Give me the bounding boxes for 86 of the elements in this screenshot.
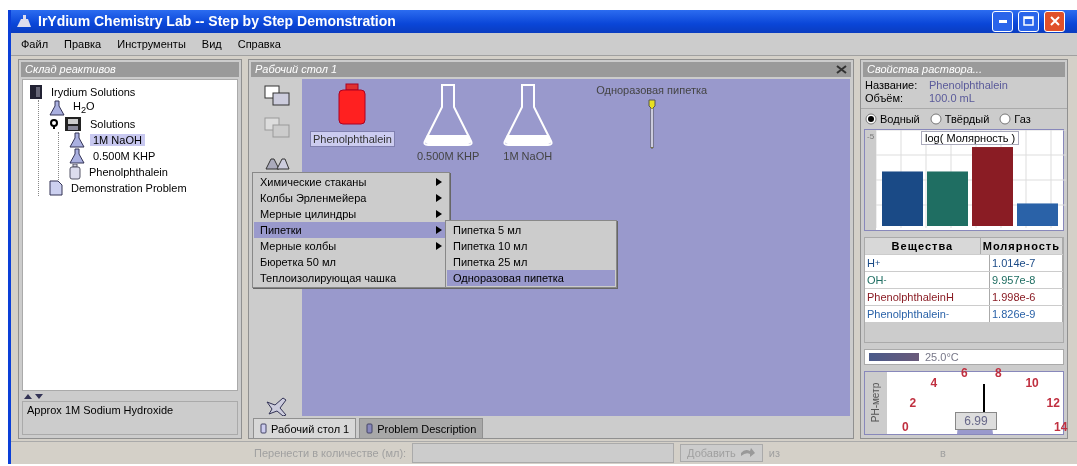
dial-tick-label: 0	[902, 420, 909, 435]
column-header[interactable]: Вещества	[865, 237, 981, 254]
minimize-icon	[998, 19, 1007, 23]
tree-item[interactable]: 0.500M KHP	[90, 149, 159, 162]
tab[interactable]: Рабочий стол 1	[253, 418, 357, 439]
menu-item[interactable]: Колбы Эрленмейера	[254, 189, 448, 206]
dial-tick-label: 10	[1025, 376, 1039, 391]
radio-icon[interactable]	[999, 112, 1012, 125]
menu-item[interactable]: Одноразовая пипетка	[447, 269, 615, 286]
panel-title: Свойства раствора...	[867, 63, 982, 75]
item-label[interactable]: Phenolphthalein	[310, 130, 395, 147]
menu-item[interactable]: Пипетка 10 мл	[447, 237, 615, 254]
menu-item[interactable]: Пипетки	[254, 221, 448, 238]
radio-button[interactable]: Газ	[999, 112, 1031, 125]
app-icon	[15, 14, 33, 29]
radio-button[interactable]: Твёрдый	[929, 112, 990, 125]
bottle-drawing[interactable]	[337, 82, 368, 125]
arrow-icon	[739, 448, 756, 459]
temperature-reading: 25.0°C	[925, 350, 959, 363]
column-header[interactable]: Молярность	[980, 237, 1063, 254]
field-value: 100.0 mL	[929, 92, 975, 104]
item-label[interactable]: Одноразовая пипетка	[594, 82, 710, 97]
menu-item[interactable]: Вид	[201, 37, 222, 50]
panel-title: Склад реактивов	[25, 63, 116, 75]
flask-icon	[49, 99, 65, 116]
flask-icon	[69, 131, 85, 148]
tab[interactable]: Problem Description	[359, 418, 484, 439]
menu-item[interactable]: Мерные цилиндры	[254, 205, 448, 222]
menu-item[interactable]: Пипетка 5 мл	[447, 221, 615, 238]
flask-drawing[interactable]	[502, 82, 553, 147]
menu-item[interactable]: Инструменты	[117, 37, 186, 50]
bottle-icon	[69, 163, 81, 180]
menu-item[interactable]: Химические стаканы	[254, 173, 448, 190]
window-title: IrYdium Chemistry Lab -- Step by Step Demonstration	[38, 13, 397, 30]
radio-icon[interactable]	[929, 112, 942, 125]
menu-item[interactable]: Пипетка 25 мл	[447, 253, 615, 270]
flask-icon	[69, 147, 85, 164]
menu-item[interactable]: Правка	[64, 37, 102, 50]
table-cell: 1.826e-9	[990, 305, 1063, 322]
copy-icon[interactable]	[264, 84, 290, 107]
pipette-drawing[interactable]	[647, 98, 656, 149]
dial-tick-label: 4	[930, 376, 938, 391]
flask-drawing[interactable]	[423, 82, 474, 147]
dial-tick-label: 12	[1046, 395, 1060, 410]
bottle-icon	[260, 423, 267, 435]
close-icon[interactable]	[836, 64, 847, 74]
tree-item[interactable]: Phenolphthalein	[86, 165, 171, 178]
table-cell: PhenolphthaleinH	[865, 288, 990, 305]
tree-item[interactable]: Irydium Solutions	[48, 85, 139, 98]
item-label[interactable]: 0.500M KHP	[414, 148, 482, 163]
close-button[interactable]	[1044, 10, 1065, 32]
document-icon	[49, 179, 63, 196]
book-icon	[29, 84, 43, 99]
meter-reading: 6.99	[955, 411, 997, 430]
airplane-icon[interactable]	[265, 396, 289, 417]
menu-item[interactable]: Теплоизолирующая чашка	[254, 269, 448, 286]
menu-item[interactable]: Справка	[237, 37, 281, 50]
radio-button[interactable]: Водный	[865, 112, 920, 125]
panel-title: Рабочий стол 1	[255, 63, 338, 75]
minimize-button[interactable]	[992, 10, 1013, 32]
menu-item[interactable]: Мерные колбы	[254, 237, 448, 254]
field-label: Объём:	[865, 92, 905, 104]
expand-toggle-icon[interactable]	[49, 118, 59, 129]
maximize-icon	[1023, 16, 1034, 27]
menu-item[interactable]: Файл	[21, 37, 49, 50]
tree-item[interactable]: Solutions	[87, 117, 139, 130]
close-icon	[1049, 16, 1060, 27]
table-cell: 9.957e-8	[990, 271, 1063, 288]
table-cell: 1.998e-6	[990, 288, 1063, 305]
bottle-icon	[366, 423, 374, 435]
maximize-button[interactable]	[1018, 10, 1039, 32]
radio-icon[interactable]	[865, 112, 877, 125]
dial-tick-label: 2	[909, 395, 917, 410]
field-label: Название:	[865, 79, 919, 91]
splitter-arrows-icon[interactable]	[23, 392, 45, 401]
table-cell: 1.014e-7	[990, 254, 1063, 271]
tree-item[interactable]: H$_{2}$O	[70, 99, 98, 116]
meter-label: PH-метр	[870, 383, 882, 423]
field-value: Phenolphthalein	[929, 79, 1008, 91]
temperature-bar	[869, 352, 919, 361]
description-text: Approx 1M Sodium Hydroxide	[22, 401, 238, 436]
menu-item[interactable]: Бюретка 50 мл	[254, 253, 448, 270]
item-label[interactable]: 1M NaOH	[501, 148, 555, 163]
axis-label: -5	[865, 129, 877, 230]
tree-item[interactable]: 1M NaOH	[90, 133, 145, 146]
tree-item[interactable]: Demonstration Problem	[68, 181, 190, 194]
